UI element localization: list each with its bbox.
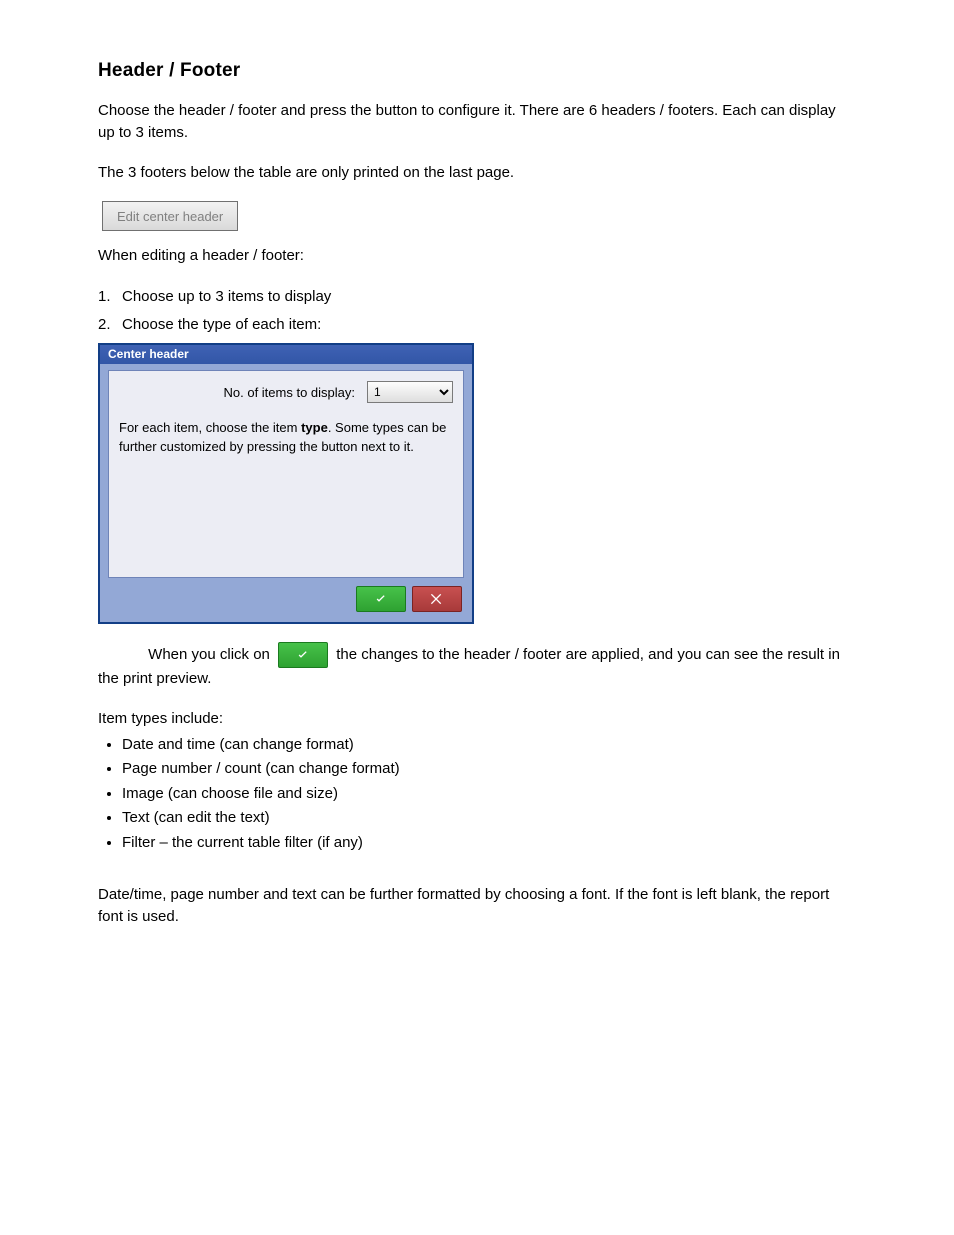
check-icon: [295, 647, 311, 663]
types-intro: Item types include:: [98, 708, 856, 730]
center-header-dialog: Center header No. of items to display: 1…: [98, 343, 474, 624]
step-1-text: Choose up to 3 items to display: [122, 288, 331, 305]
step-2-text: Choose the type of each item:: [122, 316, 321, 333]
dialog-titlebar: Center header: [100, 345, 472, 364]
ok-button[interactable]: [356, 586, 406, 612]
edit-instruction: When editing a header / footer:: [98, 245, 856, 267]
close-icon: [429, 591, 445, 607]
intro-paragraph-2: The 3 footers below the table are only p…: [98, 162, 856, 184]
list-item: Text (can edit the text): [122, 807, 856, 830]
confirm-paragraph: When you click on the changes to the hea…: [98, 642, 856, 690]
list-item: Date and time (can change format): [122, 734, 856, 757]
dialog-explain: For each item, choose the item type. Som…: [119, 419, 453, 457]
items-count-select[interactable]: 1: [367, 381, 453, 403]
step-1-number: 1.: [98, 285, 122, 309]
item-types-list: Date and time (can change format) Page n…: [98, 734, 856, 855]
step-1: 1.Choose up to 3 items to display: [98, 285, 856, 309]
ok-button-inline[interactable]: [278, 642, 328, 668]
edit-center-header-button[interactable]: Edit center header: [102, 201, 238, 231]
section-title: Header / Footer: [98, 60, 856, 82]
dialog-body: No. of items to display: 1 For each item…: [108, 370, 464, 578]
intro-paragraph-1: Choose the header / footer and press the…: [98, 100, 856, 144]
step-2-number: 2.: [98, 313, 122, 337]
check-icon: [373, 591, 389, 607]
final-paragraph: Date/time, page number and text can be f…: [98, 884, 856, 928]
list-item: Image (can choose file and size): [122, 783, 856, 806]
cancel-button[interactable]: [412, 586, 462, 612]
dialog-footer: [108, 578, 464, 614]
list-item: Page number / count (can change format): [122, 758, 856, 781]
items-count-label: No. of items to display:: [119, 385, 359, 400]
step-2: 2.Choose the type of each item:: [98, 313, 856, 337]
list-item: Filter – the current table filter (if an…: [122, 832, 856, 855]
